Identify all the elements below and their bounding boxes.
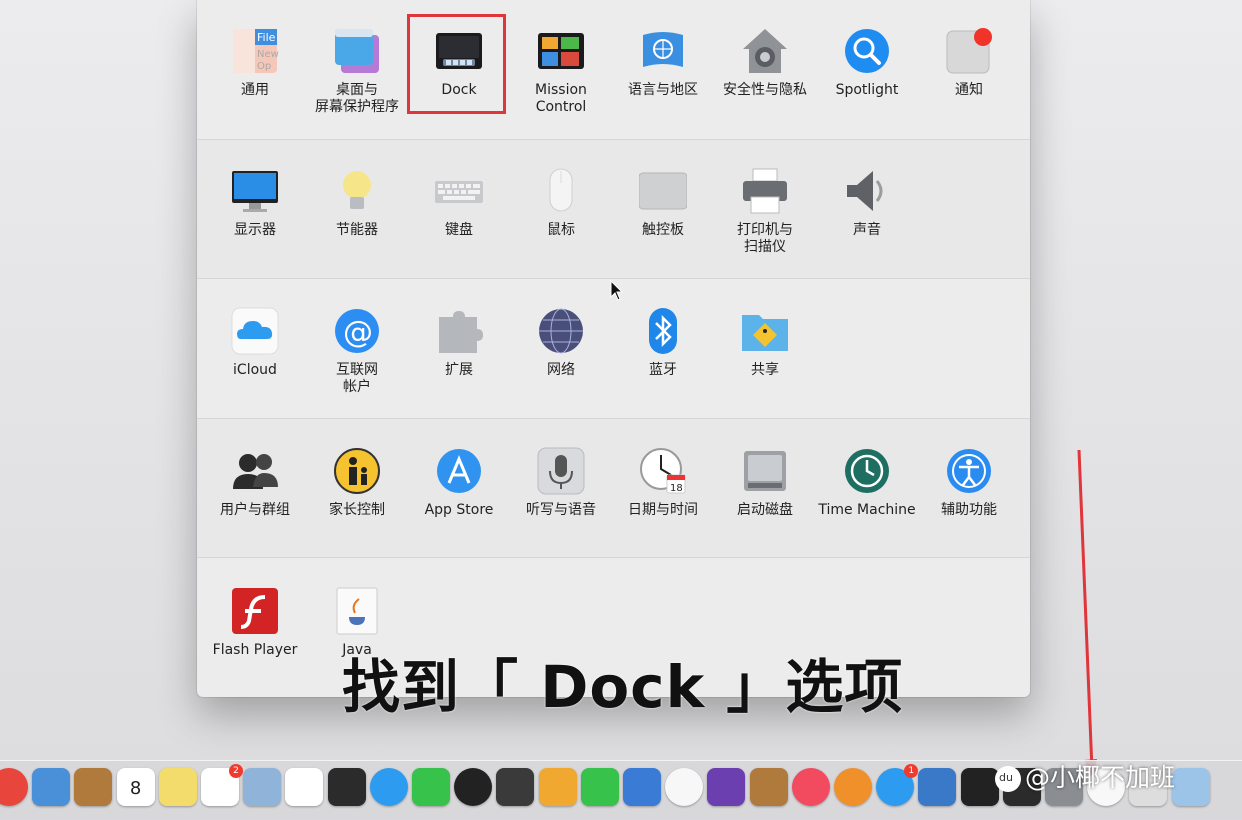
facetime-icon[interactable] [412, 768, 450, 806]
baidu-logo-icon: du [995, 766, 1021, 792]
xcode-icon[interactable] [918, 768, 957, 806]
svg-text:File: File [257, 31, 276, 44]
preferences-row-personal [197, 0, 1030, 140]
accessibility-icon [945, 447, 993, 495]
mouse-icon [537, 167, 585, 215]
reminders-icon[interactable]: 2 [201, 764, 243, 806]
contacts-icon[interactable] [74, 768, 113, 806]
svg-text:@: @ [343, 315, 373, 350]
pane-label: 声音 [853, 222, 881, 238]
java-icon [333, 587, 381, 635]
system-preferences-window: File New Op 通用 桌面与 屏幕保护程序 Dock Mission Con… [197, 0, 1030, 697]
dock-highlight-box [407, 14, 506, 114]
general-icon: File New Op [231, 27, 279, 75]
pane-label: 通知 [955, 82, 983, 98]
svg-text:Op: Op [257, 61, 271, 72]
disk-icon [741, 447, 789, 495]
watermark-text: @小椰不加班 [1025, 763, 1176, 792]
pane-label: 共享 [751, 362, 779, 378]
app-store-icon[interactable]: 1 [876, 764, 919, 806]
keyboard-icon [435, 167, 483, 215]
users-icon [231, 447, 279, 495]
watermark: du @小椰不加班 [995, 758, 1235, 794]
imovie-star-icon[interactable] [707, 768, 746, 806]
house-lock-icon [741, 27, 789, 75]
flash-icon [231, 587, 279, 635]
camera-icon[interactable] [454, 768, 493, 806]
printer-icon [741, 167, 789, 215]
preview-icon[interactable] [32, 768, 71, 806]
calendar-icon[interactable]: 8 [116, 768, 155, 806]
dock-badge: 2 [229, 764, 243, 778]
photos-icon[interactable] [665, 768, 704, 806]
pane-label: 辅助功能 [941, 502, 997, 518]
messages-icon[interactable] [369, 768, 408, 806]
parental-icon [333, 447, 381, 495]
imovie-icon[interactable] [496, 768, 535, 806]
svg-text:New: New [257, 49, 279, 60]
magnifier-icon [843, 27, 891, 75]
itunes-icon[interactable] [791, 768, 830, 806]
mouse-cursor-icon [610, 280, 624, 301]
preferences-row-system [197, 419, 1030, 558]
sharing-folder-icon [741, 307, 789, 355]
garageband-icon[interactable] [749, 768, 788, 806]
calendar-day: 8 [129, 778, 142, 799]
speaker-icon [843, 167, 891, 215]
numbers-icon[interactable] [580, 768, 619, 806]
notification-icon [945, 27, 993, 75]
subtitle-caption: 找到「 Dock 」选项 [342, 653, 904, 721]
notes-icon[interactable] [158, 768, 197, 806]
bluetooth-icon [639, 307, 687, 355]
cloud-icon [231, 307, 279, 355]
globe-icon [537, 307, 585, 355]
at-sign-icon: @ [333, 307, 381, 355]
microphone-icon [537, 447, 585, 495]
lightbulb-icon [333, 167, 381, 215]
trackpad-icon [639, 167, 687, 215]
clock-icon: 18 [639, 447, 687, 495]
mission-control-icon [537, 27, 585, 75]
writer-icon[interactable] [285, 768, 324, 806]
app-store-icon [435, 447, 483, 495]
terminal-icon[interactable] [960, 768, 999, 806]
puzzle-icon [435, 307, 483, 355]
desktop-icon [333, 27, 381, 75]
ibooks-icon[interactable] [834, 768, 872, 806]
preferences-row-hardware [197, 140, 1030, 279]
keynote-icon[interactable] [623, 768, 661, 806]
monitor-icon [231, 167, 279, 215]
un-flag-icon [639, 27, 687, 75]
pages-icon[interactable] [538, 768, 577, 806]
writer-dark-icon[interactable] [327, 768, 366, 806]
date-badge-text: 18 [670, 483, 683, 494]
photo-booth-icon[interactable] [243, 768, 282, 806]
time-machine-icon [843, 447, 891, 495]
